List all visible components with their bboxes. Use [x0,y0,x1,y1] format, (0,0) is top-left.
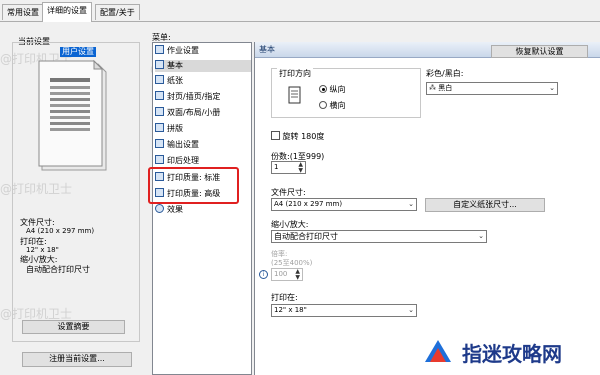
portrait-page-icon [288,86,301,104]
color-label: 彩色/黑白: [426,69,464,78]
tab-common-settings[interactable]: 常用设置 [2,4,44,20]
color-mode-icon: ⁂ [429,84,436,92]
ratio-stepper[interactable]: 100 ▲ ▼ [271,268,303,281]
menu-item-finishing[interactable]: 印后处理 [155,155,251,167]
scale-label: 缩小/放大: [271,220,309,229]
print-on-label: 打印在: [271,293,298,302]
rotate-checkbox[interactable]: 旋转 180度 [271,131,324,142]
menu-item-duplex-layout[interactable]: 双面/布局/小册 [155,107,251,119]
menu-tree: 作业设置 基本 纸张 封页/插页/指定 双面/布局/小册 拼版 输出设置 印后处… [152,42,252,375]
print-on-select[interactable]: 12" x 18" ⌄ [271,304,417,317]
register-settings-button[interactable]: 注册当前设置... [22,352,132,367]
job-settings-icon [155,45,164,54]
portrait-radio[interactable]: 纵向 [319,84,346,95]
restore-defaults-button[interactable]: 恢复默认设置 [491,45,588,58]
tab-bar: 常用设置 详细的设置 配置/关于 [0,0,600,22]
tab-detailed-settings[interactable]: 详细的设置 [42,2,92,22]
current-setting-highlight: 用户设置 [60,47,96,57]
imposition-icon [155,123,164,132]
basic-icon [155,60,164,69]
duplex-icon [155,107,164,116]
output-icon [155,139,164,148]
stepper-arrows-icon: ▲ ▼ [295,268,300,281]
paper-icon [155,75,164,84]
menu-item-output-settings[interactable]: 输出设置 [155,139,251,151]
color-select[interactable]: ⁂ 黑白 ⌄ [426,82,558,95]
menu-item-cover-insert[interactable]: 封页/插页/指定 [155,91,251,103]
cover-icon [155,91,164,100]
orientation-label: 打印方向 [277,68,313,79]
finishing-icon [155,155,164,164]
effects-icon [155,204,164,213]
paper-size-label: 文件尺寸: [271,188,306,197]
info-paper-size: A4 (210 x 297 mm) [26,227,95,235]
chevron-down-icon: ⌄ [478,232,484,240]
menu-item-paper[interactable]: 纸张 [155,75,251,87]
chevron-down-icon: ⌄ [408,306,414,314]
tab-config-about[interactable]: 配置/关于 [95,4,140,20]
menu-item-imposition[interactable]: 拼版 [155,123,251,135]
info-scale: 自动配合打印尺寸 [26,265,90,274]
scale-select[interactable]: 自动配合打印尺寸 ⌄ [271,230,487,243]
paper-size-select[interactable]: A4 (210 x 297 mm) ⌄ [271,198,417,211]
menu-item-basic[interactable]: 基本 [155,60,251,72]
chevron-down-icon: ⌄ [549,84,555,92]
ratio-range: (25至400%) [271,259,313,267]
menu-item-job-settings[interactable]: 作业设置 [155,45,251,57]
custom-paper-size-button[interactable]: 自定义纸张尺寸... [425,198,545,212]
paper-preview-icon [38,59,107,171]
highlight-box [148,167,239,204]
brand-logo-icon [425,340,451,362]
chevron-down-icon: ⌄ [408,200,414,208]
panel-title: 基本 [259,45,275,54]
brand-name: 指迷攻略网 [462,342,562,366]
info-print-on: 12" x 18" [26,246,59,254]
settings-summary-button[interactable]: 设置摘要 [22,320,125,334]
copies-stepper[interactable]: 1 ▲ ▼ [271,161,306,174]
landscape-radio[interactable]: 横向 [319,100,346,111]
info-icon[interactable]: i [259,270,268,279]
stepper-arrows-icon: ▲ ▼ [298,161,303,174]
basic-panel: 基本 恢复默认设置 打印方向 纵向 横向 彩色/黑白: ⁂ 黑白 ⌄ 旋转 18… [254,42,600,375]
menu-item-effects[interactable]: 效果 [155,204,251,216]
